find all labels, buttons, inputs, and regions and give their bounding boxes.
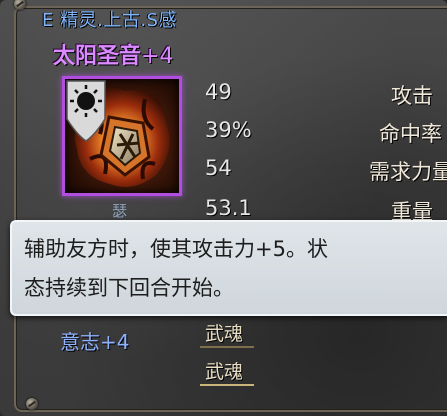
rivet-bottom-left	[26, 398, 38, 410]
sun-shield-flame-icon	[62, 76, 182, 196]
attribute-will: 意志+4	[60, 330, 130, 354]
stat-value: 49	[205, 80, 232, 104]
item-artwork	[66, 80, 170, 187]
soul-slot-label: 武魂	[205, 323, 244, 345]
soul-slot[interactable]: 武魂	[200, 356, 254, 386]
stat-value: 54	[205, 156, 232, 180]
skill-description-line: 辅助友方时，使其攻击力+5。状	[24, 237, 328, 261]
skill-tooltip: 辅助友方时，使其攻击力+5。状 态持续到下回合开始。	[10, 220, 447, 316]
stat-row-hit-rate: 39% 命中率	[205, 118, 447, 146]
hidden-attribute-label: 瑟	[112, 202, 128, 220]
stat-value: 53.1	[205, 196, 252, 220]
stat-label: 命中率	[379, 122, 442, 146]
stat-row-strength-req: 54 需求力量	[205, 156, 447, 184]
skill-description: 辅助友方时，使其攻击力+5。状 态持续到下回合开始。	[24, 230, 439, 308]
stat-value: 39%	[205, 118, 252, 142]
stat-label: 攻击	[391, 84, 433, 108]
item-name-text: 太阳圣音	[53, 44, 142, 69]
soul-slot[interactable]: 武魂	[200, 318, 254, 348]
skill-description-line: 态持续到下回合开始。	[24, 276, 234, 300]
item-tooltip-panel: E 精灵.上古.S感 太阳圣音+4 49 攻击 39% 命中率 54 需求力量 …	[0, 0, 447, 416]
stat-row-attack: 49 攻击	[205, 80, 447, 108]
soul-slot-label: 武魂	[205, 361, 244, 383]
item-name: 太阳圣音+4	[53, 38, 173, 70]
stat-label: 需求力量	[369, 160, 447, 184]
item-enhance-level: +4	[141, 44, 174, 69]
item-subtitle: E 精灵.上古.S感	[42, 10, 177, 31]
